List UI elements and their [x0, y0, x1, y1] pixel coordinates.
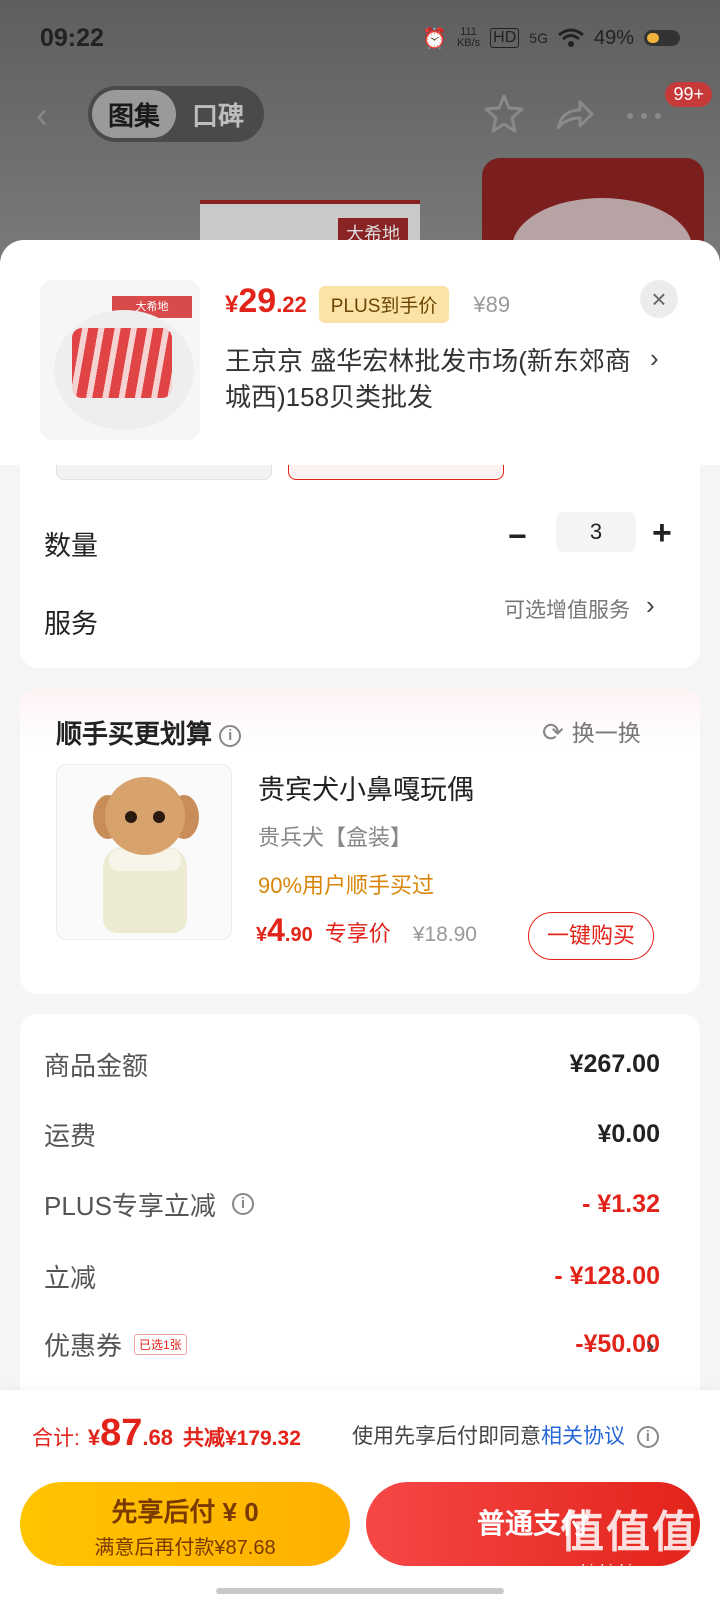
pay-later-button[interactable]: 先享后付 ¥ 0 满意后再付款¥87.68 — [20, 1482, 350, 1566]
total-discount: 共减¥179.32 — [182, 1427, 301, 1450]
product-price: ¥ 29 .22 PLUS到手价 ¥89 — [225, 282, 510, 323]
agreement-text: 使用先享后付即同意相关协议 i — [352, 1420, 659, 1450]
back-icon[interactable]: ‹ — [36, 97, 66, 133]
quantity-plus-button[interactable]: + — [652, 514, 672, 553]
original-price: ¥89 — [473, 292, 511, 317]
summary-row: 商品金额 ¥267.00 — [44, 1049, 660, 1081]
service-hint[interactable]: 可选增值服务 — [504, 594, 630, 624]
signal-icon: 5G — [529, 30, 548, 46]
home-indicator[interactable] — [216, 1588, 504, 1594]
star-icon[interactable] — [482, 92, 526, 136]
top-nav: ‹ 图集 口碑 99+ — [0, 80, 720, 150]
plus-price-tag: PLUS到手价 — [318, 286, 450, 323]
net-speed: 111 KB/s — [456, 26, 481, 49]
price-summary-card: 商品金额 ¥267.00 运费 ¥0.00 PLUS专享立减 i - ¥1.32… — [20, 1014, 700, 1434]
service-label: 服务 — [44, 609, 98, 639]
tab-switch: 图集 口碑 — [88, 86, 264, 142]
refresh-icon: ⟳ — [542, 717, 564, 747]
status-bar: 09:22 ⏰ 111 KB/s HD 5G 49% — [0, 0, 720, 76]
summary-row: PLUS专享立减 i - ¥1.32 — [44, 1189, 660, 1221]
quantity-label: 数量 — [44, 531, 98, 561]
tab-gallery[interactable]: 图集 — [92, 90, 176, 138]
order-total: 合计: ¥ 87 .68 共减¥179.32 — [32, 1412, 301, 1454]
battery-icon — [644, 30, 680, 46]
status-icons: ⏰ 111 KB/s HD 5G 49% — [422, 26, 680, 51]
info-icon[interactable]: i — [231, 1193, 254, 1215]
summary-row: 立减 - ¥128.00 — [44, 1261, 660, 1293]
bundle-item-image[interactable] — [56, 764, 232, 940]
toy-eye — [125, 811, 137, 823]
bundle-card: 顺手买更划算 i ⟳ 换一换 贵宾犬小鼻嘎玩偶 贵兵犬【盒装】 90%用户顺手买过… — [20, 688, 700, 994]
bundle-item-spec: 贵兵犬【盒装】 — [258, 825, 413, 850]
battery-percent: 49% — [593, 26, 634, 49]
info-icon[interactable]: i — [636, 1426, 659, 1449]
product-meat-rolls — [72, 328, 172, 398]
bundle-item-price: ¥ 4 .90 专享价 ¥18.90 — [256, 912, 477, 948]
coupon-row[interactable]: 优惠券 已选1张 -¥50.00 — [44, 1324, 660, 1364]
tab-reviews[interactable]: 口碑 — [176, 90, 260, 138]
coupon-count-tag: 已选1张 — [134, 1333, 187, 1355]
close-icon[interactable]: × — [640, 280, 678, 318]
spec-quantity-card: ¥58.71 ¥88.56 数量 − 3 + 服务 可选增值服务 › — [20, 436, 700, 668]
chevron-right-icon[interactable]: › — [646, 590, 655, 621]
status-time: 09:22 — [40, 23, 104, 52]
toy-eye — [153, 811, 165, 823]
swap-button[interactable]: ⟳ 换一换 — [542, 714, 641, 748]
quantity-input[interactable]: 3 — [556, 512, 636, 552]
toy-head — [105, 777, 185, 855]
more-icon[interactable] — [622, 92, 666, 136]
quantity-minus-button[interactable]: − — [508, 518, 527, 555]
hd-icon: HD — [490, 28, 520, 48]
watermark-logo: 值值值 — [560, 1508, 698, 1557]
bundle-item-name[interactable]: 贵宾犬小鼻嘎玩偶 — [258, 768, 474, 807]
message-badge: 99+ — [665, 82, 712, 107]
wifi-icon — [558, 28, 584, 47]
chevron-right-icon[interactable]: › — [646, 1330, 655, 1361]
summary-row: 运费 ¥0.00 — [44, 1119, 660, 1151]
watermark-url: zhizhizhi.com — [574, 1562, 665, 1579]
bundle-item-popularity: 90%用户顺手买过 — [258, 873, 435, 898]
sheet-header: 大希地 ¥ 29 .22 PLUS到手价 ¥89 × 王京京 盛华宏林批发市场(… — [0, 240, 720, 465]
chevron-right-icon[interactable]: › — [650, 343, 659, 374]
shop-name[interactable]: 王京京 盛华宏林批发市场(新东郊商城西)158贝类批发 — [225, 343, 655, 415]
one-click-buy-button[interactable]: 一键购买 — [528, 912, 654, 960]
product-thumbnail: 大希地 — [40, 280, 200, 440]
alarm-icon: ⏰ — [422, 27, 447, 50]
bundle-title: 顺手买更划算 i — [56, 714, 242, 751]
info-icon[interactable]: i — [219, 725, 242, 748]
share-icon[interactable] — [552, 92, 596, 136]
agreement-link[interactable]: 相关协议 — [541, 1425, 625, 1448]
